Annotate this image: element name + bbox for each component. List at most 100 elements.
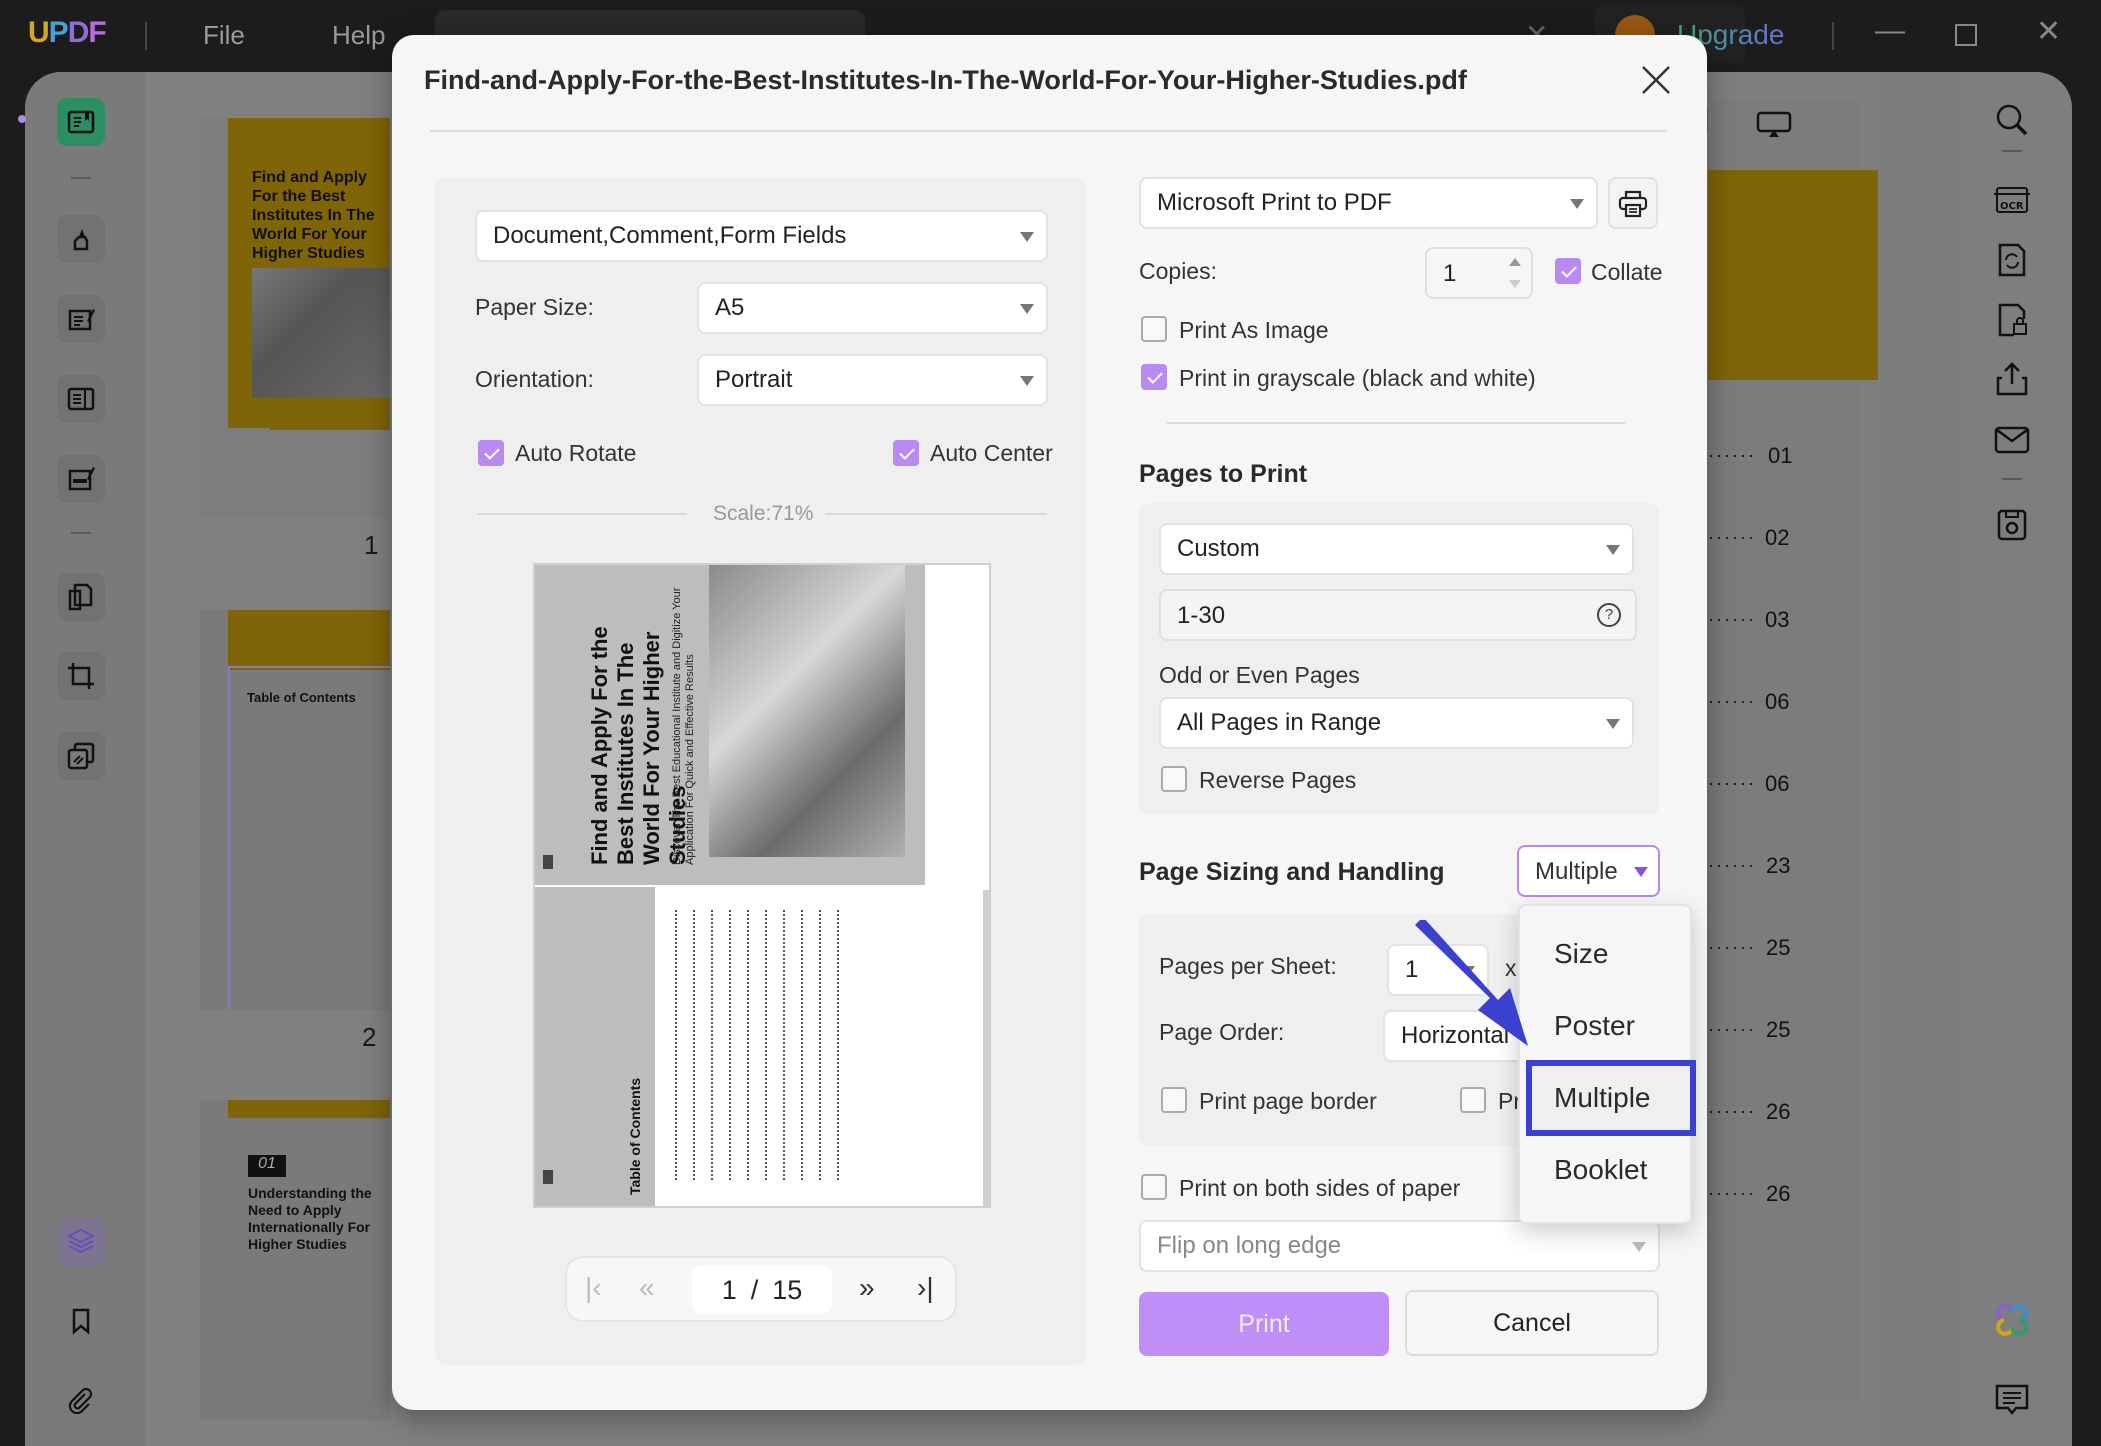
paper-size-select[interactable]: A5	[697, 282, 1048, 334]
printer-value: Microsoft Print to PDF	[1157, 189, 1392, 216]
page-sizing-mode-select[interactable]: Multiple	[1517, 845, 1660, 897]
thumbnail-page-2[interactable]: Table of Contents	[200, 610, 390, 1010]
convert-icon[interactable]	[1992, 240, 2032, 280]
section-divider	[1167, 422, 1625, 424]
print-page-border-label: Print page border	[1199, 1088, 1377, 1114]
print-page-border-checkbox[interactable]	[1161, 1087, 1187, 1113]
edit-text-icon[interactable]	[57, 295, 105, 343]
reverse-pages-label: Reverse Pages	[1199, 767, 1357, 793]
page-header-band	[1708, 170, 1878, 380]
page-number-field[interactable]: 1 / 15	[692, 1266, 832, 1314]
ai-assistant-icon[interactable]	[1992, 1300, 2032, 1340]
highlighter-icon[interactable]	[57, 215, 105, 263]
both-sides-checkbox[interactable]	[1141, 1174, 1167, 1200]
grayscale-checkbox[interactable]	[1141, 364, 1167, 390]
decrement-icon[interactable]	[1509, 280, 1521, 288]
titlebar-divider	[1832, 22, 1834, 50]
presentation-icon[interactable]	[1756, 110, 1792, 140]
toolbar-divider	[71, 177, 91, 179]
page-separator: /	[750, 1274, 759, 1305]
auto-rotate-checkbox[interactable]	[478, 440, 504, 466]
save-icon[interactable]	[1992, 505, 2032, 545]
toolbar-divider	[2002, 150, 2022, 152]
preview-cover-photo	[709, 565, 905, 857]
second-option-checkbox[interactable]	[1460, 1087, 1486, 1113]
thumbnail-page-1[interactable]: Find and Apply For the Best Institutes I…	[200, 118, 390, 518]
orientation-select[interactable]: Portrait	[697, 354, 1048, 406]
attachment-icon[interactable]	[57, 1378, 105, 1426]
crop-icon[interactable]	[57, 652, 105, 700]
auto-rotate-label: Auto Rotate	[515, 440, 637, 466]
share-icon[interactable]	[1992, 360, 2032, 400]
print-as-image-checkbox[interactable]	[1141, 316, 1167, 342]
chevron-down-icon	[1632, 1242, 1646, 1252]
chevron-down-icon	[1020, 304, 1034, 314]
dropdown-option-booklet[interactable]: Booklet	[1554, 1154, 1647, 1186]
batch-icon[interactable]	[57, 732, 105, 780]
print-button[interactable]: Print	[1139, 1292, 1389, 1356]
search-icon[interactable]	[1992, 100, 2032, 140]
odd-even-label: Odd or Even Pages	[1159, 662, 1360, 688]
thumbnail-page-3[interactable]: 01 Understanding the Need to Apply Inter…	[200, 1100, 390, 1420]
content-select[interactable]: Document,Comment,Form Fields	[475, 210, 1048, 262]
page-range-mode-value: Custom	[1177, 535, 1260, 562]
chevron-down-icon	[1606, 545, 1620, 555]
collate-label: Collate	[1591, 259, 1663, 285]
next-page-icon[interactable]: »	[859, 1272, 875, 1304]
form-icon[interactable]	[57, 375, 105, 423]
organize-pages-icon[interactable]	[57, 573, 105, 621]
scale-divider	[825, 513, 1047, 515]
scale-label: Scale:71%	[713, 502, 814, 525]
minimize-icon[interactable]: —	[1875, 14, 1905, 48]
content-select-value: Document,Comment,Form Fields	[493, 222, 847, 249]
protect-icon[interactable]	[1992, 300, 2032, 340]
annotation-arrow-icon	[1415, 920, 1528, 1046]
title-divider	[430, 130, 1667, 132]
reverse-pages-checkbox[interactable]	[1161, 766, 1187, 792]
email-icon[interactable]	[1992, 420, 2032, 460]
dropdown-option-poster[interactable]: Poster	[1554, 1010, 1635, 1042]
print-preview: Find and Apply For the Best Institutes I…	[533, 563, 991, 1208]
first-page-icon[interactable]: |‹	[585, 1272, 602, 1304]
close-dialog-icon[interactable]	[1637, 61, 1675, 99]
layers-icon[interactable]	[57, 1217, 105, 1265]
comment-icon[interactable]	[1992, 1380, 2032, 1420]
copies-label: Copies:	[1139, 258, 1217, 284]
printer-properties-button[interactable]	[1608, 177, 1658, 229]
cancel-button[interactable]: Cancel	[1405, 1290, 1659, 1356]
reader-icon[interactable]	[57, 98, 105, 146]
ocr-icon[interactable]: OCR	[1992, 180, 2032, 220]
page-margin	[1880, 72, 1960, 1446]
pages-per-sheet-label: Pages per Sheet:	[1159, 953, 1337, 979]
maximize-icon[interactable]	[1955, 24, 1977, 46]
thumbnail-number: 1	[364, 530, 379, 560]
menu-file[interactable]: File	[203, 20, 245, 51]
page-range-input[interactable]: 1-30 ?	[1159, 589, 1637, 641]
flip-mode-select[interactable]: Flip on long edge	[1139, 1220, 1660, 1272]
auto-center-label: Auto Center	[930, 440, 1053, 466]
dropdown-option-multiple[interactable]: Multiple	[1554, 1082, 1650, 1114]
odd-even-select[interactable]: All Pages in Range	[1159, 697, 1634, 749]
close-window-icon[interactable]: ✕	[2036, 14, 2061, 49]
previous-page-icon[interactable]: «	[639, 1272, 655, 1304]
help-icon[interactable]: ?	[1597, 603, 1621, 627]
panel-indicator-dot	[18, 115, 26, 123]
orientation-label: Orientation:	[475, 366, 594, 392]
printer-select[interactable]: Microsoft Print to PDF	[1139, 177, 1598, 229]
increment-icon[interactable]	[1509, 258, 1521, 266]
copies-stepper[interactable]: 1	[1425, 247, 1533, 299]
bookmark-icon[interactable]	[57, 1297, 105, 1345]
copies-value: 1	[1443, 260, 1457, 287]
menu-help[interactable]: Help	[332, 20, 385, 51]
flip-mode-value: Flip on long edge	[1157, 1232, 1342, 1259]
pages-to-print-title: Pages to Print	[1139, 460, 1308, 488]
auto-center-checkbox[interactable]	[893, 440, 919, 466]
orientation-value: Portrait	[715, 366, 793, 393]
last-page-icon[interactable]: ›|	[917, 1272, 934, 1304]
collate-checkbox[interactable]	[1555, 258, 1581, 284]
page-range-mode-select[interactable]: Custom	[1159, 523, 1634, 575]
dropdown-option-size[interactable]: Size	[1554, 938, 1608, 970]
chevron-down-icon	[1020, 232, 1034, 242]
current-page: 1	[721, 1274, 737, 1305]
fill-sign-icon[interactable]	[57, 455, 105, 503]
